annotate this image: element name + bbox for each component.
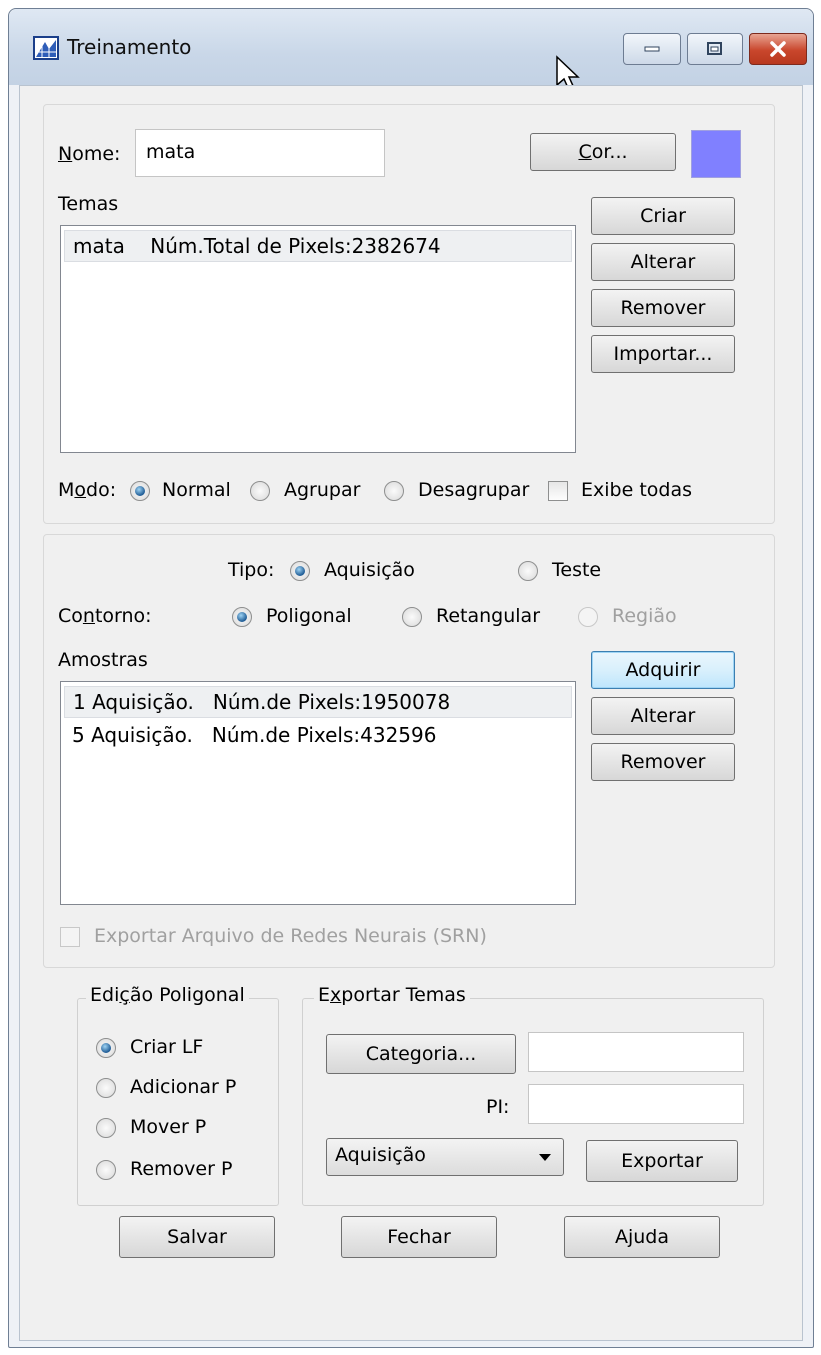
- maximize-icon: [707, 42, 722, 55]
- minimize-button[interactable]: [623, 33, 681, 65]
- tipo-aquisicao-label: Aquisição: [324, 559, 415, 581]
- close-icon: [770, 41, 786, 57]
- mover-p-label: Mover P: [130, 1116, 207, 1138]
- categoria-field[interactable]: [528, 1032, 744, 1072]
- exportar-button[interactable]: Exportar: [586, 1140, 738, 1182]
- list-item[interactable]: mata Núm.Total de Pixels:2382674: [64, 230, 572, 262]
- pi-label: PI:: [486, 1096, 510, 1118]
- exibe-todas-checkbox[interactable]: [548, 481, 568, 501]
- fechar-button[interactable]: Fechar: [341, 1216, 497, 1258]
- contorno-retangular-radio[interactable]: [402, 607, 422, 627]
- modo-desagrupar-label: Desagrupar: [418, 479, 530, 501]
- tipo-teste-radio[interactable]: [518, 561, 538, 581]
- modo-desagrupar-radio[interactable]: [384, 481, 404, 501]
- cor-button[interactable]: Cor...: [530, 133, 676, 171]
- temas-label: Temas: [58, 193, 119, 215]
- maximize-button[interactable]: [687, 33, 743, 65]
- alterar-amostra-button[interactable]: Alterar: [591, 697, 735, 735]
- temas-panel: Nome: mata Cor... Temas mata Núm.Total d…: [43, 104, 775, 524]
- remover-button[interactable]: Remover: [591, 289, 735, 327]
- remover-p-label: Remover P: [130, 1158, 233, 1180]
- temas-list[interactable]: mata Núm.Total de Pixels:2382674: [60, 225, 576, 453]
- tipo-aquisicao-radio[interactable]: [290, 561, 310, 581]
- modo-agrupar-label: Agrupar: [284, 479, 361, 501]
- adquirir-button[interactable]: Adquirir: [591, 651, 735, 689]
- window-title: Treinamento: [67, 35, 192, 59]
- pi-field[interactable]: [528, 1084, 744, 1124]
- importar-button[interactable]: Importar...: [591, 335, 735, 373]
- amostras-list[interactable]: 1 Aquisição. Núm.de Pixels:1950078 5 Aqu…: [60, 681, 576, 905]
- amostras-panel: Tipo: Aquisição Teste Contorno: Poligona…: [43, 534, 775, 968]
- modo-normal-radio[interactable]: [130, 481, 150, 501]
- categoria-button[interactable]: Categoria...: [326, 1034, 516, 1074]
- contorno-regiao-label: Região: [612, 605, 677, 627]
- exibe-todas-label: Exibe todas: [581, 479, 692, 501]
- contorno-regiao-radio: [578, 607, 598, 627]
- salvar-button[interactable]: Salvar: [119, 1216, 275, 1258]
- criar-lf-radio[interactable]: [96, 1038, 116, 1058]
- contorno-poligonal-radio[interactable]: [232, 607, 252, 627]
- remover-p-radio[interactable]: [96, 1160, 116, 1180]
- color-swatch: [691, 130, 741, 178]
- exportar-srn-label: Exportar Arquivo de Redes Neurais (SRN): [94, 925, 487, 947]
- chevron-down-icon: [539, 1154, 551, 1161]
- contorno-label: Contorno:: [58, 605, 152, 627]
- app-icon: [33, 36, 59, 60]
- window-client-area: Nome: mata Cor... Temas mata Núm.Total d…: [19, 85, 803, 1341]
- modo-normal-label: Normal: [162, 479, 231, 501]
- treinamento-window: Treinamento Nome: mata Cor... Temas mata…: [8, 8, 814, 1348]
- amostras-label: Amostras: [58, 649, 148, 671]
- modo-label: Modo:: [58, 479, 117, 501]
- tipo-label: Tipo:: [228, 559, 275, 581]
- edicao-poligonal-title: Edição Poligonal: [86, 984, 249, 1006]
- export-type-select[interactable]: Aquisição: [326, 1138, 564, 1176]
- list-item[interactable]: 1 Aquisição. Núm.de Pixels:1950078: [64, 686, 572, 718]
- contorno-poligonal-label: Poligonal: [266, 605, 352, 627]
- criar-button[interactable]: Criar: [591, 197, 735, 235]
- minimize-icon: [644, 46, 660, 52]
- tipo-teste-label: Teste: [552, 559, 602, 581]
- adicionar-p-radio[interactable]: [96, 1078, 116, 1098]
- modo-agrupar-radio[interactable]: [250, 481, 270, 501]
- list-item[interactable]: 5 Aquisição. Núm.de Pixels:432596: [64, 720, 572, 752]
- mover-p-radio[interactable]: [96, 1118, 116, 1138]
- exportar-temas-title: Exportar Temas: [314, 984, 470, 1006]
- close-button[interactable]: [749, 33, 807, 65]
- alterar-button[interactable]: Alterar: [591, 243, 735, 281]
- nome-input[interactable]: mata: [135, 129, 385, 177]
- criar-lf-label: Criar LF: [130, 1036, 204, 1058]
- contorno-retangular-label: Retangular: [436, 605, 541, 627]
- remover-amostra-button[interactable]: Remover: [591, 743, 735, 781]
- exportar-srn-checkbox: [60, 927, 80, 947]
- adicionar-p-label: Adicionar P: [130, 1076, 237, 1098]
- export-type-value: Aquisição: [335, 1144, 426, 1166]
- nome-label: Nome:: [58, 143, 121, 165]
- title-bar[interactable]: Treinamento: [9, 9, 813, 91]
- ajuda-button[interactable]: Ajuda: [564, 1216, 720, 1258]
